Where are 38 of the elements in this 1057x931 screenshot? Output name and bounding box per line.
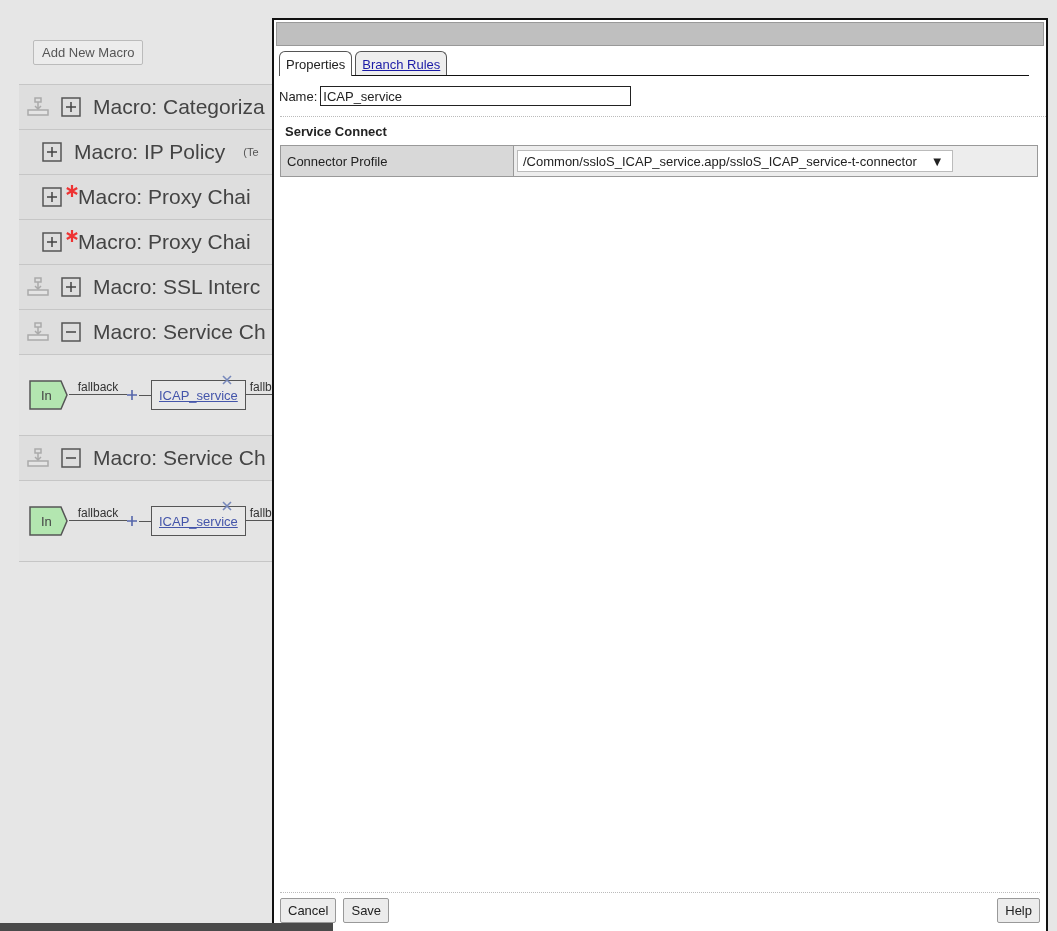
section-heading: Service Connect: [285, 124, 388, 139]
field-label: Name:: [279, 88, 318, 104]
drag-handle-icon[interactable]: [27, 448, 49, 468]
collapse-icon[interactable]: [61, 322, 81, 342]
expand-icon[interactable]: [42, 142, 62, 162]
add-icon[interactable]: [127, 516, 137, 526]
collapse-icon[interactable]: [61, 448, 81, 468]
remove-icon[interactable]: [222, 375, 232, 385]
dialog-button[interactable]: Save: [343, 898, 390, 923]
dialog-button[interactable]: Cancel: [280, 898, 337, 923]
service-link[interactable]: ICAP_service: [159, 387, 238, 403]
drag-handle-icon[interactable]: [27, 277, 49, 297]
add-macro-button[interactable]: Add New Macro: [33, 40, 144, 65]
connector-line: [69, 394, 127, 395]
field-label: Connector Profile: [281, 146, 514, 176]
start-node: In: [29, 506, 68, 536]
connector-profile-dropdown[interactable]: /Common/ssloS_ICAP_service.app/ssloS_ICAP_service-t-connector ▼: [517, 150, 953, 172]
macro-title[interactable]: Macro: IP Policy: [74, 140, 226, 164]
tab[interactable]: Branch Rules: [355, 51, 448, 75]
link-label: fallb: [249, 380, 272, 394]
drag-handle-icon[interactable]: [27, 322, 49, 342]
link-label: fallback: [77, 506, 119, 520]
name-field[interactable]: ICAP_service: [320, 86, 632, 106]
start-node: In: [29, 380, 68, 410]
macro-note: (Te: [243, 146, 259, 158]
expand-icon[interactable]: [61, 277, 81, 297]
expand-icon[interactable]: [42, 232, 62, 252]
tab[interactable]: Properties: [279, 51, 353, 76]
help-button[interactable]: Help: [997, 898, 1040, 923]
expand-icon[interactable]: [61, 97, 81, 117]
connector-line: [69, 520, 127, 521]
expand-icon[interactable]: [42, 187, 62, 207]
drag-handle-icon[interactable]: [27, 97, 49, 117]
add-icon[interactable]: [127, 390, 137, 400]
link-label: fallb: [249, 506, 272, 520]
remove-icon[interactable]: [222, 501, 232, 511]
service-link[interactable]: ICAP_service: [159, 513, 238, 529]
link-label: fallback: [77, 380, 119, 394]
